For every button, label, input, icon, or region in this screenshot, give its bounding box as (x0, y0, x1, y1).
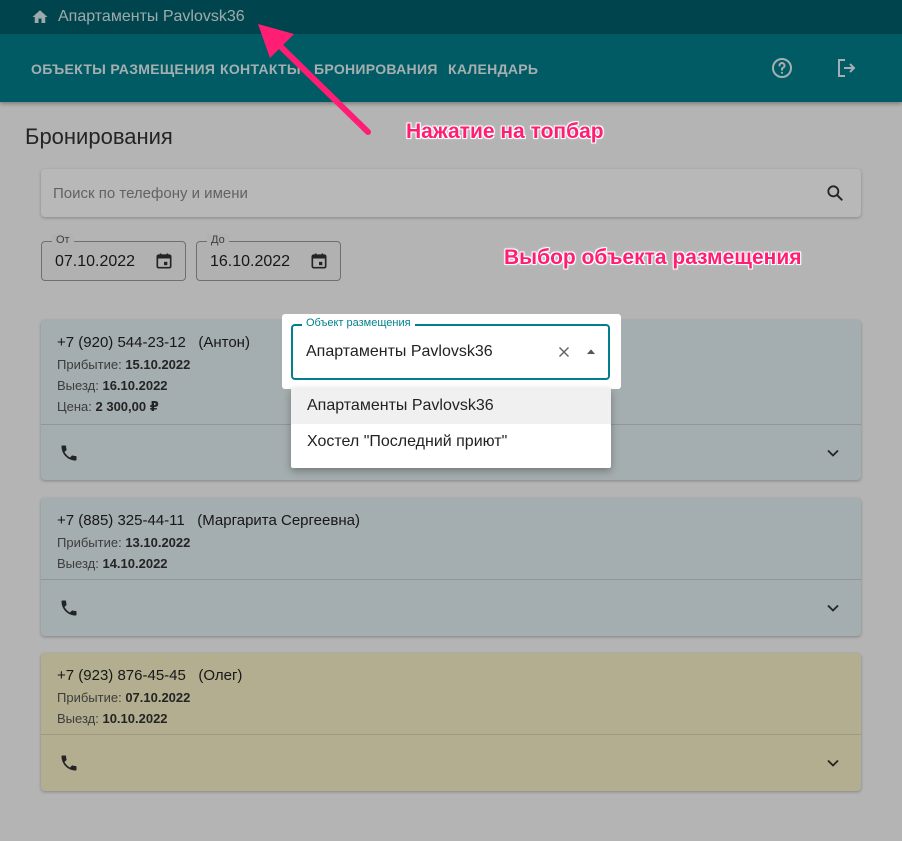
option-hostel[interactable]: Хостел "Последний приют" (291, 424, 611, 460)
object-select-label: Объект размещения (302, 317, 415, 329)
option-apartments[interactable]: Апартаменты Pavlovsk36 (291, 388, 611, 424)
annotation-arrow (258, 24, 371, 135)
object-select-panel: Объект размещения Апартаменты Pavlovsk36 (282, 314, 621, 389)
clear-icon[interactable] (555, 343, 573, 361)
object-select-value[interactable]: Апартаменты Pavlovsk36 (306, 343, 493, 361)
object-options-menu: Апартаменты Pavlovsk36 Хостел "Последний… (291, 388, 611, 468)
caret-up-icon[interactable] (583, 344, 599, 360)
annotation-topbar-note: Нажатие на топбар (406, 120, 604, 143)
object-select[interactable]: Объект размещения Апартаменты Pavlovsk36 (291, 317, 610, 380)
annotation-select-note: Выбор объекта размещения (504, 246, 802, 269)
